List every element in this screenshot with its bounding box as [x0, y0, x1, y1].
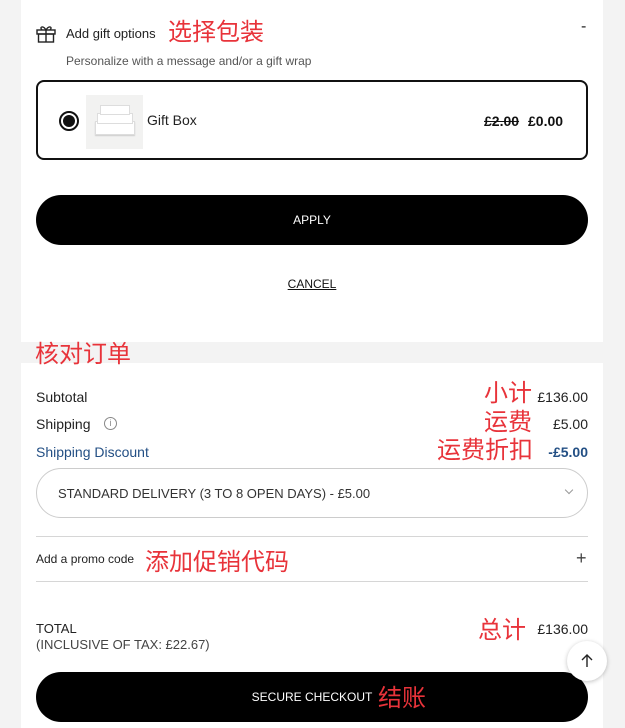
- info-icon[interactable]: i: [104, 417, 117, 430]
- annotation-subtotal: 小计: [484, 379, 532, 407]
- delivery-select[interactable]: STANDARD DELIVERY (3 TO 8 OPEN DAYS) - £…: [36, 468, 588, 518]
- promo-code-label[interactable]: Add a promo code: [36, 552, 134, 566]
- annotation-review: 核对订单: [35, 340, 131, 368]
- annotation-shipping: 运费: [484, 408, 532, 436]
- secure-checkout-button[interactable]: SECURE CHECKOUT: [36, 672, 588, 722]
- total-value: £136.00: [537, 621, 588, 637]
- annotation-promo: 添加促销代码: [145, 548, 289, 576]
- divider: [36, 581, 588, 582]
- scroll-to-top-button[interactable]: [567, 641, 607, 681]
- gift-icon: [36, 26, 56, 43]
- subtotal-value: £136.00: [537, 389, 588, 405]
- arrow-up-icon: [581, 654, 593, 667]
- gift-box-new-price: £0.00: [528, 113, 564, 129]
- apply-button[interactable]: APPLY: [36, 195, 588, 245]
- tax-label: (INCLUSIVE OF TAX: £22.67): [36, 637, 210, 652]
- delivery-select-value: STANDARD DELIVERY (3 TO 8 OPEN DAYS) - £…: [58, 486, 371, 501]
- collapse-toggle[interactable]: -: [581, 18, 586, 36]
- gift-box-option[interactable]: Gift Box £2.00 £0.00: [36, 80, 588, 160]
- annotation-checkout: 结账: [378, 684, 426, 712]
- divider: [36, 536, 588, 537]
- gift-box-name: Gift Box: [147, 112, 197, 128]
- gift-options-panel: Add gift options Personalize with a mess…: [21, 0, 603, 342]
- annotation-gift: 选择包装: [168, 18, 264, 46]
- chevron-down-icon: [564, 485, 574, 495]
- gift-options-title: Add gift options: [66, 26, 156, 41]
- gift-box-image: [86, 95, 143, 149]
- gift-options-subtitle: Personalize with a message and/or a gift…: [66, 54, 312, 68]
- subtotal-label: Subtotal: [36, 389, 88, 405]
- total-label: TOTAL: [36, 621, 77, 636]
- cancel-link[interactable]: CANCEL: [21, 277, 603, 291]
- shipping-discount-value: -£5.00: [548, 444, 588, 460]
- annotation-total: 总计: [478, 616, 526, 644]
- shipping-label: Shipping: [36, 416, 91, 432]
- gift-box-old-price: £2.00: [484, 113, 520, 129]
- shipping-value: £5.00: [552, 416, 588, 432]
- gift-box-radio[interactable]: [59, 111, 79, 131]
- annotation-discount: 运费折扣: [437, 436, 533, 464]
- plus-icon[interactable]: +: [576, 548, 587, 569]
- shipping-discount-label: Shipping Discount: [36, 444, 149, 460]
